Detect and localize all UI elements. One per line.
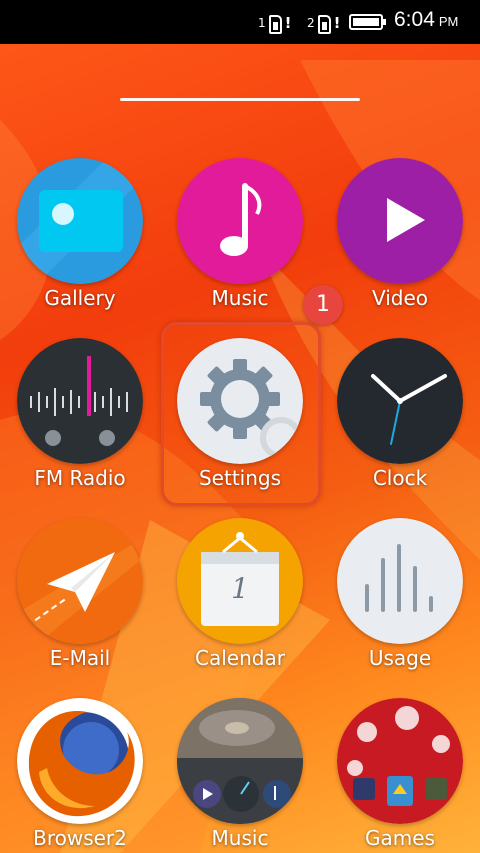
app-email[interactable]: E-Mail <box>0 518 160 698</box>
paper-plane-icon <box>17 518 143 644</box>
app-games[interactable]: Games <box>320 698 480 853</box>
app-clock[interactable]: Clock <box>320 338 480 518</box>
clock-icon <box>337 338 463 464</box>
app-browser2[interactable]: Browser2 <box>0 698 160 853</box>
app-label: Usage <box>368 646 432 670</box>
app-music-2[interactable]: Music <box>160 698 320 853</box>
games-icon <box>337 698 463 824</box>
app-gallery[interactable]: Gallery <box>0 158 160 338</box>
app-label: E-Mail <box>49 646 111 670</box>
sim2-signal-icon: 2 ! <box>307 10 340 34</box>
focus-highlight <box>161 322 321 506</box>
sim1-label: 1 <box>258 16 266 30</box>
notification-badge: 1 <box>303 285 343 325</box>
app-calendar[interactable]: 1 Calendar <box>160 518 320 698</box>
battery-icon <box>349 14 386 30</box>
app-label: Gallery <box>44 286 116 310</box>
sim2-alert: ! <box>333 14 341 32</box>
play-icon <box>337 158 463 284</box>
usage-bars-icon <box>337 518 463 644</box>
app-label: Music <box>211 286 269 310</box>
app-label: Browser2 <box>33 826 127 850</box>
app-usage[interactable]: Usage <box>320 518 480 698</box>
firefox-icon <box>17 698 143 824</box>
app-music[interactable]: Music <box>160 158 320 338</box>
homescreen-divider <box>120 98 360 101</box>
app-video[interactable]: Video <box>320 158 480 338</box>
app-label: Music <box>211 826 269 850</box>
app-label: Calendar <box>195 646 285 670</box>
radio-dial-icon <box>17 338 143 464</box>
time-value: 6:04 <box>394 8 435 31</box>
app-label: FM Radio <box>34 466 126 490</box>
time-ampm: PM <box>438 14 459 29</box>
gallery-icon <box>17 158 143 284</box>
status-time: 6:04 PM <box>394 8 458 32</box>
sim1-signal-icon: 1 ! <box>258 10 291 34</box>
app-label: Video <box>371 286 429 310</box>
app-label: Clock <box>372 466 428 490</box>
music-note-icon <box>177 158 303 284</box>
app-label: Games <box>365 826 435 850</box>
sim1-alert: ! <box>284 14 292 32</box>
app-fm-radio[interactable]: FM Radio <box>0 338 160 518</box>
turntable-icon <box>177 698 303 824</box>
status-bar: 1 ! 2 ! 6:04 PM <box>0 0 480 44</box>
calendar-icon: 1 <box>177 518 303 644</box>
sim2-label: 2 <box>307 16 315 30</box>
calendar-day: 1 <box>231 572 249 605</box>
